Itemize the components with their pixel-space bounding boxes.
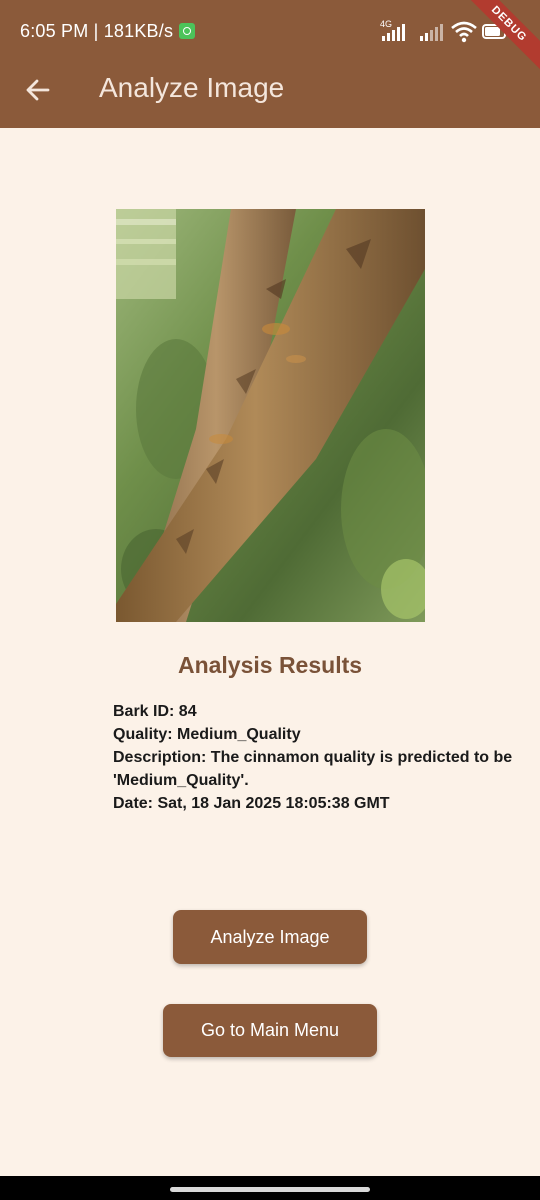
system-navigation-bar: [0, 1176, 540, 1200]
date-text: Date: Sat, 18 Jan 2025 18:05:38 GMT: [113, 795, 390, 812]
bark-photo: [116, 209, 425, 622]
analyze-image-button[interactable]: Analyze Image: [173, 910, 367, 964]
main-menu-button[interactable]: Go to Main Menu: [163, 1004, 377, 1057]
status-time: 6:05 PM | 181KB/s: [20, 21, 174, 41]
arrow-back-icon: [26, 79, 50, 101]
analysis-results-heading: Analysis Results: [177, 652, 363, 678]
home-gesture-handle[interactable]: [170, 1187, 370, 1192]
page-title: Analyze Image: [99, 72, 285, 103]
analysis-result-details: Bark ID: 84 Quality: Medium_Quality Desc…: [113, 700, 533, 815]
app-bar: 6:05 PM | 181KB/s 4G DEBUG Analyze Image: [0, 0, 540, 128]
notification-app-icon: [179, 23, 195, 39]
wifi-icon: [451, 21, 477, 43]
bark-id-text: Bark ID: 84: [113, 703, 197, 720]
status-bar: 6:05 PM | 181KB/s 4G DEBUG: [0, 0, 540, 78]
back-button[interactable]: [22, 74, 56, 106]
description-text: Description: The cinnamon quality is pre…: [113, 749, 513, 789]
cell-signal-2-icon: [420, 24, 443, 41]
quality-text: Quality: Medium_Quality: [113, 726, 301, 743]
cell-signal-icon: [382, 24, 405, 41]
